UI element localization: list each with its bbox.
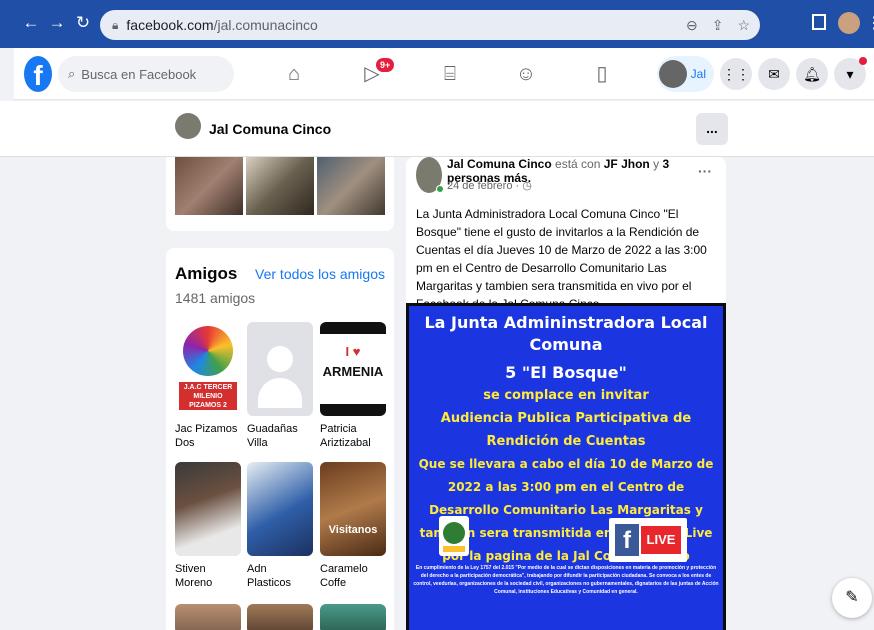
friend-item[interactable] [175, 604, 241, 630]
account-dropdown-icon[interactable]: ▾ [834, 57, 867, 90]
friend-name[interactable]: Jac Pizamos Dos [175, 422, 241, 450]
address-bar[interactable]: 🔒︎ facebook.com/jal.comunacinco ⊖ ⇪ ☆ [100, 10, 760, 40]
gaming-icon[interactable]: ▯ [590, 62, 614, 86]
friend-item[interactable]: Visitanos Caramelo Coffe [320, 462, 386, 590]
page-header: Jal Comuna Cinco ... [0, 101, 874, 157]
search-input[interactable]: ⌕ Busca en Facebook [58, 56, 234, 92]
browser-toolbar: ← → ↻ 🔒︎ facebook.com/jal.comunacinco ⊖ … [0, 0, 874, 48]
friend-item[interactable] [247, 604, 313, 630]
see-all-friends-link[interactable]: Ver todos los amigos [255, 266, 385, 282]
user-avatar-icon[interactable] [838, 12, 860, 34]
watch-video-icon[interactable]: ▷ 9+ [360, 56, 397, 86]
friend-photo-text: Visitanos [328, 524, 378, 536]
default-avatar-icon [267, 346, 293, 372]
alert-dot [859, 57, 867, 65]
post-body: La Junta Administradora Local Comuna Cin… [416, 207, 707, 311]
marketplace-icon[interactable]: ⌸ [438, 62, 462, 86]
friend-name[interactable]: Guadañas Villa [247, 422, 313, 450]
friends-title[interactable]: Amigos [175, 264, 237, 284]
post-card: Jal Comuna Cinco está con JF Jhon y 3 pe… [406, 157, 726, 630]
friend-photo[interactable] [175, 604, 241, 630]
flyer-line: Audiencia Publica Participativa de Rendi… [440, 411, 692, 449]
friend-photo-text: I ♥ [345, 344, 361, 359]
flyer-fine-print: En cumplimiento de la Ley 1757 del 2.015… [413, 565, 719, 595]
messenger-icon[interactable]: ✉ [758, 58, 790, 90]
friend-item[interactable]: J.A.C TERCER MILENIO PIZAMOS 2 Jac Pizam… [175, 322, 241, 450]
online-status-dot [436, 185, 444, 193]
page-avatar[interactable] [175, 113, 201, 139]
profile-chip[interactable]: Jal [656, 56, 714, 92]
friend-photo[interactable] [320, 604, 386, 630]
new-message-icon[interactable]: ✎ [832, 578, 872, 618]
facebook-logo-icon[interactable]: f [24, 56, 52, 92]
photo-thumbnail[interactable] [246, 157, 314, 215]
facebook-top-bar: f ⌕ Busca en Facebook ⌂ ▷ 9+ ⌸ ☺ ▯ Jal ⋮… [14, 48, 874, 100]
jal-seal-logo [439, 516, 469, 556]
friends-count: 1481 amigos [175, 290, 256, 306]
friend-photo[interactable]: Visitanos [320, 462, 386, 556]
flyer-line: se complace en invitar [483, 388, 649, 403]
profile-label: Jal [690, 67, 706, 81]
friend-photo[interactable] [247, 462, 313, 556]
post-options-icon[interactable]: ··· [698, 163, 712, 179]
search-placeholder: Busca en Facebook [81, 66, 197, 82]
friend-photo[interactable]: J.A.C TERCER MILENIO PIZAMOS 2 [175, 322, 241, 416]
share-icon[interactable]: ⇪ [712, 17, 724, 34]
friend-photo-text: J.A.C TERCER MILENIO PIZAMOS 2 [179, 382, 237, 410]
flyer-line: 5 "El Bosque" [505, 363, 627, 382]
menu-grid-icon[interactable]: ⋮⋮ [720, 58, 752, 90]
back-arrow-icon[interactable]: ← [18, 13, 44, 33]
more-options-button[interactable]: ... [696, 113, 728, 145]
zoom-icon[interactable]: ⊖ [686, 17, 698, 34]
post-tag[interactable]: JF Jhon [604, 157, 650, 171]
url-host: facebook.com [126, 17, 214, 33]
friend-photo-text: ARMENIA [322, 364, 384, 379]
friend-item[interactable]: Adn Plasticos [247, 462, 313, 590]
groups-icon[interactable]: ☺ [514, 62, 538, 86]
friend-name[interactable]: Caramelo Coffe [320, 562, 386, 590]
friend-item[interactable] [320, 604, 386, 630]
notification-badge: 9+ [374, 56, 397, 74]
friend-photo[interactable] [175, 462, 241, 556]
photo-thumbnail[interactable] [317, 157, 385, 215]
post-date[interactable]: 24 de febrero · ◷ [447, 179, 532, 192]
facebook-live-logo: f LIVE [609, 518, 687, 562]
friend-name[interactable]: Stiven Moreno [175, 562, 241, 590]
flyer-line: La Junta Admininstradora Local Comuna [424, 313, 708, 354]
friend-photo[interactable] [247, 604, 313, 630]
friend-item[interactable]: Guadañas Villa [247, 322, 313, 450]
friend-photo[interactable] [247, 322, 313, 416]
post-with-text: está con [555, 157, 601, 171]
friend-name[interactable]: Adn Plasticos [247, 562, 313, 590]
page-title[interactable]: Jal Comuna Cinco [209, 121, 331, 137]
forward-arrow-icon[interactable]: → [44, 13, 70, 33]
friend-photo[interactable]: I ♥ ARMENIA [320, 322, 386, 416]
friends-card: Amigos Ver todos los amigos 1481 amigos … [166, 248, 394, 630]
friend-item[interactable]: Stiven Moreno [175, 462, 241, 590]
bookmark-star-icon[interactable]: ☆ [737, 17, 750, 34]
url-path: /jal.comunacinco [213, 17, 318, 33]
search-icon: ⌕ [68, 66, 76, 81]
photo-thumbnail[interactable] [175, 157, 243, 215]
post-image[interactable]: La Junta Admininstradora Local Comuna 5 … [406, 303, 726, 630]
avatar [658, 60, 687, 88]
photos-card [166, 157, 394, 231]
friend-name[interactable]: Patricia Ariztizabal [320, 422, 386, 450]
reload-icon[interactable]: ↻ [70, 13, 96, 33]
notifications-bell-icon[interactable]: 🔔︎ [796, 58, 828, 90]
browser-menu-icon[interactable]: ⋮ [866, 13, 874, 33]
lock-icon: 🔒︎ [112, 17, 119, 32]
post-author[interactable]: Jal Comuna Cinco [447, 157, 552, 171]
home-icon[interactable]: ⌂ [282, 62, 306, 86]
post-and-text: y [653, 157, 660, 171]
facebook-f-icon: f [615, 524, 639, 556]
friend-item[interactable]: I ♥ ARMENIA Patricia Ariztizabal [320, 322, 386, 450]
sidebar-panel-icon[interactable] [812, 14, 826, 30]
live-label: LIVE [641, 526, 681, 554]
